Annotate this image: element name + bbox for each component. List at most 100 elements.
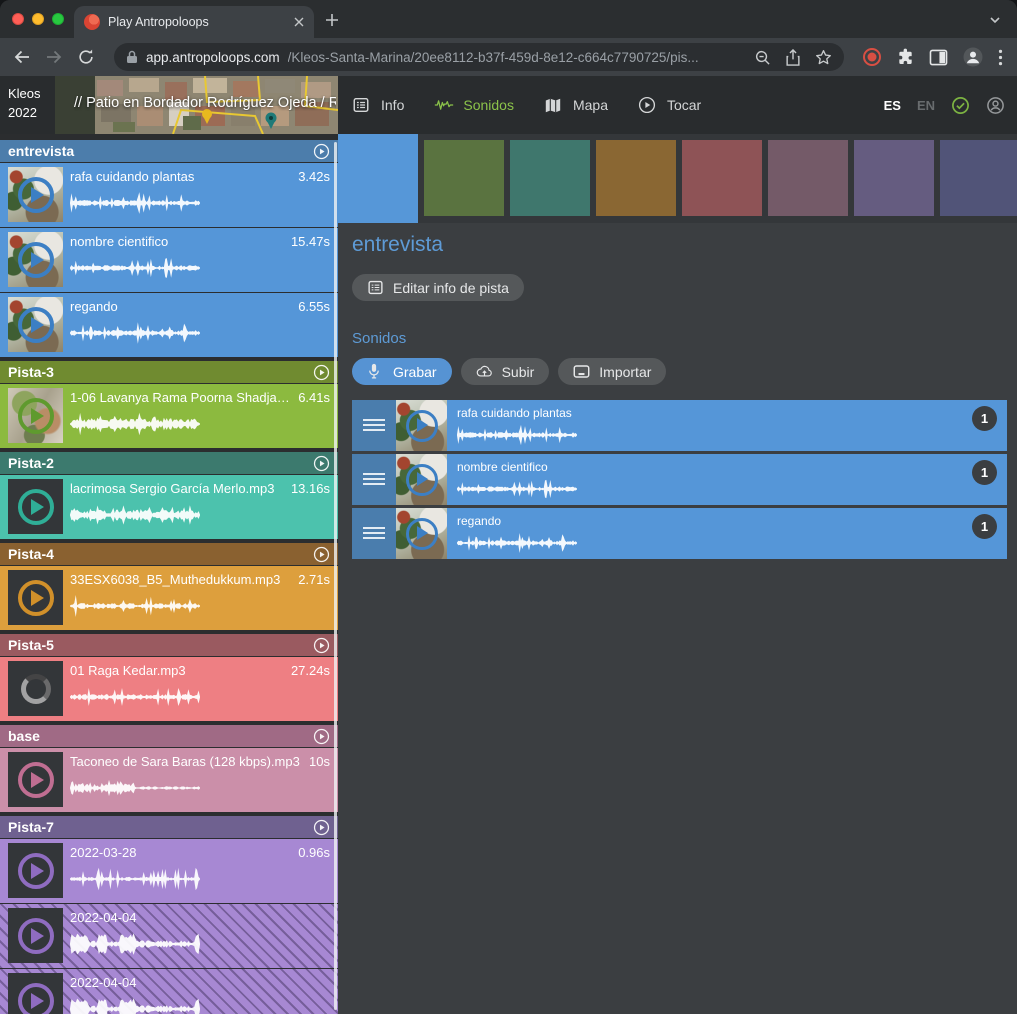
play-icon[interactable] [18, 853, 54, 889]
reload-button[interactable] [74, 45, 98, 69]
edit-track-info-button[interactable]: Editar info de pista [352, 274, 524, 301]
sidebar-sound-row[interactable]: 1-06 Lavanya Rama Poorna Shadjam Rupak..… [0, 384, 338, 448]
track-header[interactable]: Pista-7 [0, 816, 338, 838]
new-tab-button[interactable] [324, 12, 340, 28]
play-icon[interactable] [18, 580, 54, 616]
sidebar-sound-row[interactable]: rafa cuidando plantas 3.42s [0, 163, 338, 227]
waveform[interactable] [70, 866, 200, 892]
share-icon[interactable] [785, 49, 801, 66]
waveform[interactable] [70, 502, 200, 528]
waveform[interactable] [70, 255, 200, 281]
track-play-icon[interactable] [313, 637, 330, 654]
sound-thumbnail[interactable] [8, 661, 63, 716]
profile-avatar-icon[interactable] [962, 46, 984, 68]
drag-handle[interactable] [352, 508, 396, 559]
play-icon[interactable] [406, 464, 438, 496]
bookmark-star-icon[interactable] [815, 49, 832, 66]
side-panel-icon[interactable] [929, 49, 948, 66]
tab-info[interactable]: Info [352, 96, 404, 114]
track-color-swatch[interactable] [510, 140, 590, 216]
record-extension-icon[interactable] [862, 47, 882, 67]
detail-sound-row[interactable]: nombre cientifico 1 [352, 454, 1007, 505]
sound-thumbnail[interactable] [8, 167, 63, 222]
sidebar-sound-row[interactable]: regando 6.55s [0, 293, 338, 357]
track-play-icon[interactable] [313, 819, 330, 836]
sound-thumbnail[interactable] [8, 973, 63, 1014]
sound-thumbnail[interactable] [8, 843, 63, 898]
waveform[interactable] [70, 775, 200, 801]
browser-tab[interactable]: Play Antropoloops [74, 6, 314, 38]
lang-en-button[interactable]: EN [917, 98, 935, 113]
sound-thumbnail[interactable] [396, 508, 447, 559]
menu-kebab-icon[interactable] [998, 49, 1003, 66]
sound-thumbnail[interactable] [8, 479, 63, 534]
waveform[interactable] [70, 593, 200, 619]
extensions-puzzle-icon[interactable] [896, 48, 915, 67]
track-header[interactable]: entrevista [0, 140, 338, 162]
play-icon[interactable] [18, 398, 54, 434]
waveform[interactable] [70, 996, 200, 1014]
close-tab-icon[interactable] [294, 17, 304, 27]
play-icon[interactable] [18, 307, 54, 343]
sound-thumbnail[interactable] [396, 400, 447, 451]
play-icon[interactable] [18, 762, 54, 798]
minimize-window-button[interactable] [32, 13, 44, 25]
detail-sound-row[interactable]: regando 1 [352, 508, 1007, 559]
subir-button[interactable]: Subir [461, 358, 550, 385]
drag-handle[interactable] [352, 454, 396, 505]
forward-button[interactable] [42, 45, 66, 69]
zoom-out-icon[interactable] [754, 49, 771, 66]
waveform[interactable] [70, 190, 200, 216]
importar-button[interactable]: Importar [558, 358, 666, 385]
zoom-window-button[interactable] [52, 13, 64, 25]
lang-es-button[interactable]: ES [884, 98, 901, 113]
sound-thumbnail[interactable] [8, 232, 63, 287]
track-color-swatch[interactable] [596, 140, 676, 216]
track-header[interactable]: Pista-4 [0, 543, 338, 565]
waveform[interactable] [457, 423, 577, 447]
account-icon[interactable] [986, 96, 1005, 115]
play-icon[interactable] [406, 410, 438, 442]
play-icon[interactable] [18, 489, 54, 525]
waveform[interactable] [457, 531, 577, 555]
track-play-icon[interactable] [313, 364, 330, 381]
sound-thumbnail[interactable] [8, 570, 63, 625]
tab-sonidos[interactable]: Sonidos [434, 96, 514, 114]
track-color-swatch[interactable] [338, 134, 418, 223]
sidebar-sound-row[interactable]: 2022-04-04 [0, 904, 338, 968]
address-bar[interactable]: app.antropoloops.com/Kleos-Santa-Marina/… [114, 43, 844, 71]
waveform[interactable] [70, 320, 200, 346]
tab-mapa[interactable]: Mapa [544, 96, 608, 114]
play-icon[interactable] [18, 918, 54, 954]
waveform[interactable] [457, 477, 577, 501]
sound-thumbnail[interactable] [8, 297, 63, 352]
sidebar-sound-row[interactable]: nombre cientifico 15.47s [0, 228, 338, 292]
sidebar-sound-row[interactable]: Taconeo de Sara Baras (128 kbps).mp3 10s [0, 748, 338, 812]
detail-sound-row[interactable]: rafa cuidando plantas 1 [352, 400, 1007, 451]
track-play-icon[interactable] [313, 455, 330, 472]
sidebar-sound-row[interactable]: 01 Raga Kedar.mp3 27.24s [0, 657, 338, 721]
tab-tocar[interactable]: Tocar [638, 96, 701, 114]
track-play-icon[interactable] [313, 546, 330, 563]
sound-thumbnail[interactable] [8, 908, 63, 963]
sound-thumbnail[interactable] [8, 388, 63, 443]
sound-thumbnail[interactable] [396, 454, 447, 505]
play-icon[interactable] [406, 518, 438, 550]
waveform[interactable] [70, 684, 200, 710]
waveform[interactable] [70, 411, 200, 437]
track-color-swatch[interactable] [854, 140, 934, 216]
track-header[interactable]: base [0, 725, 338, 747]
track-header[interactable]: Pista-2 [0, 452, 338, 474]
track-color-swatch[interactable] [424, 140, 504, 216]
play-icon[interactable] [18, 983, 54, 1014]
sound-thumbnail[interactable] [8, 752, 63, 807]
track-play-icon[interactable] [313, 143, 330, 160]
sidebar-sound-row[interactable]: 2022-04-04 [0, 969, 338, 1014]
sidebar-scrollbar[interactable] [334, 142, 337, 1010]
play-icon[interactable] [18, 177, 54, 213]
close-window-button[interactable] [12, 13, 24, 25]
drag-handle[interactable] [352, 400, 396, 451]
track-color-swatch[interactable] [682, 140, 762, 216]
grabar-button[interactable]: Grabar [352, 358, 452, 385]
tab-list-chevron-icon[interactable] [987, 12, 1003, 28]
